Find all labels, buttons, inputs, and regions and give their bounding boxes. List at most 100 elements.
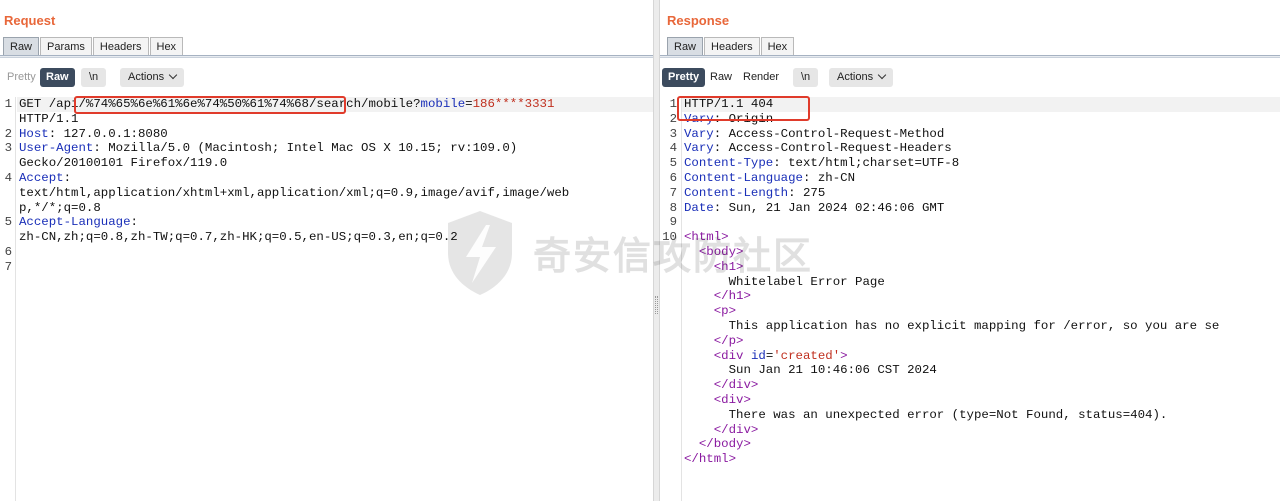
code-token: : Sun, 21 Jan 2024 02:46:06 GMT: [713, 200, 945, 215]
chevron-down-icon: [168, 70, 178, 80]
code-token: </h1>: [713, 289, 751, 304]
code-token: : Access-Control-Request-Method: [713, 126, 945, 141]
code-token: <div: [713, 348, 751, 363]
code-line: </html>: [684, 452, 736, 467]
line-number: [660, 275, 677, 290]
code-token: Date: [684, 200, 714, 215]
code-line: text/html,application/xhtml+xml,applicat…: [19, 186, 569, 201]
code-token: Vary: [684, 141, 714, 156]
code-token: User-Agent: [19, 141, 94, 156]
code-token: <h1>: [713, 259, 744, 274]
request-tab-raw[interactable]: Raw: [3, 37, 40, 56]
request-actions-button[interactable]: Actions: [120, 68, 185, 87]
line-number: 6: [4, 245, 12, 259]
code-token: zh-CN,zh;q=0.8,zh-TW;q=0.7,zh-HK;q=0.5,e…: [19, 230, 458, 245]
code-token: Vary: [684, 126, 714, 141]
line-number: [660, 260, 677, 275]
code-token: :: [130, 215, 138, 230]
code-token: Host: [19, 126, 49, 141]
code-token: There was an unexpected error (type=Not …: [684, 407, 1168, 422]
response-tab-hex[interactable]: Hex: [760, 37, 795, 56]
line-number: 2: [669, 111, 677, 126]
line-number: [660, 452, 677, 467]
request-tab-params[interactable]: Params: [40, 37, 92, 56]
line-number: 6: [669, 171, 677, 185]
code-token: text/html,application/xhtml+xml,applicat…: [19, 185, 570, 200]
code-token: Accept-Language: [19, 215, 131, 230]
code-token: Content-Type: [684, 156, 774, 171]
request-pretty-button[interactable]: Pretty: [1, 68, 42, 87]
code-line: Gecko/20100101 Firefox/119.0: [19, 156, 227, 171]
code-token: p,*/*;q=0.8: [19, 200, 101, 215]
code-line: <body>: [684, 245, 744, 260]
line-number: [660, 245, 677, 260]
response-render-button[interactable]: Render: [737, 68, 785, 87]
line-number: 5: [669, 156, 677, 171]
response-raw-button[interactable]: Raw: [704, 68, 738, 87]
request-title: Request: [4, 13, 56, 28]
line-number: 7: [4, 259, 12, 274]
response-pane: Response Raw Headers Hex Pretty Raw Rend…: [660, 0, 1280, 501]
code-token: Sun Jan 21 10:46:06 CST 2024: [684, 363, 937, 378]
chevron-down-icon: [877, 70, 887, 80]
line-number: 2: [4, 126, 12, 141]
code-line: Vary: Access-Control-Request-Method: [684, 127, 944, 142]
line-number: [660, 363, 677, 378]
response-newline-toggle[interactable]: \n: [793, 68, 819, 87]
code-token: </p>: [713, 333, 744, 348]
request-raw-button[interactable]: Raw: [40, 68, 75, 87]
code-line: </div>: [684, 423, 759, 438]
response-tab-raw[interactable]: Raw: [667, 37, 704, 56]
code-line: Host: 127.0.0.1:8080: [19, 127, 168, 142]
request-pane: Request Raw Params Headers Hex Pretty Ra…: [0, 0, 653, 501]
code-token: </html>: [684, 452, 737, 467]
code-line: </div>: [684, 378, 759, 393]
code-token: : 275: [788, 185, 826, 200]
code-line: User-Agent: Mozilla/5.0 (Macintosh; Inte…: [19, 141, 517, 156]
request-tab-headers[interactable]: Headers: [92, 37, 149, 56]
code-line: Content-Type: text/html;charset=UTF-8: [684, 156, 959, 171]
response-pretty-button[interactable]: Pretty: [662, 68, 706, 87]
line-number: 4: [4, 171, 12, 185]
line-number: [660, 423, 677, 438]
code-line: Vary: Access-Control-Request-Headers: [684, 141, 952, 156]
line-number: [660, 334, 677, 349]
response-tab-headers[interactable]: Headers: [704, 37, 760, 56]
code-line: <div>: [684, 393, 751, 408]
response-actions-label: Actions: [837, 71, 874, 83]
response-tab-divider: [660, 55, 1280, 58]
response-editor[interactable]: 1 HTTP/1.1 404 2 Vary: Origin 3 Vary: Access-…: [660, 97, 1280, 501]
code-token: :: [63, 171, 72, 185]
code-token: <div>: [713, 393, 751, 407]
code-line: <html>: [684, 230, 729, 245]
burp-message-editor: Request Raw Params Headers Hex Pretty Ra…: [0, 0, 1280, 501]
line-number: [660, 349, 677, 364]
line-number: [660, 408, 677, 423]
line-number: 3: [4, 141, 12, 156]
line-number: 5: [4, 215, 12, 230]
response-title: Response: [667, 13, 730, 28]
request-editor[interactable]: 1 GET /api/%74%65%6e%61%6e%74%50%61%74%68…: [0, 97, 653, 501]
request-tab-hex[interactable]: Hex: [149, 37, 184, 56]
line-number: 9: [669, 215, 677, 230]
line-number: [660, 437, 677, 452]
line-number: 10: [662, 230, 677, 245]
highlight-box-encoded-path: [74, 96, 346, 114]
code-token: </body>: [698, 437, 751, 452]
code-line: Sun Jan 21 10:46:06 CST 2024: [684, 363, 937, 378]
request-newline-toggle[interactable]: \n: [81, 68, 107, 87]
line-number: [0, 112, 12, 127]
response-actions-button[interactable]: Actions: [829, 68, 894, 87]
code-line: </body>: [684, 437, 751, 452]
code-token: : zh-CN: [802, 171, 856, 185]
response-tabs: Raw Headers Hex: [667, 37, 795, 56]
pane-splitter[interactable]: [653, 0, 660, 501]
